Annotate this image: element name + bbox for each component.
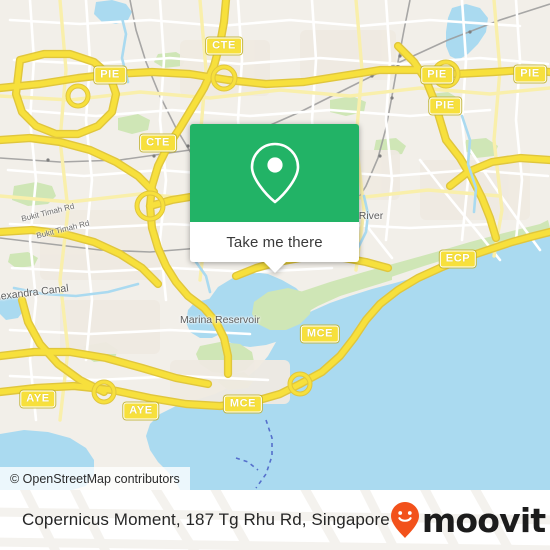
map-label-marina-reservoir: Marina Reservoir (180, 314, 260, 326)
moovit-logo[interactable]: moovit (390, 501, 546, 539)
road-shield-pie-2: PIE (421, 66, 453, 84)
footer-bar: Copernicus Moment, 187 Tg Rhu Rd, Singap… (0, 490, 550, 550)
road-shield-mce-2: MCE (223, 395, 263, 413)
location-popup-card[interactable]: Take me there (190, 124, 359, 273)
road-shield-aye-1: AYE (20, 390, 56, 408)
road-shield-pie-1: PIE (94, 66, 126, 84)
road-shield-aye-2: AYE (123, 402, 159, 420)
road-shield-pie-3: PIE (514, 65, 546, 83)
location-title: Copernicus Moment, 187 Tg Rhu Rd, Singap… (22, 510, 390, 529)
map-attribution-bar: © OpenStreetMap contributors (0, 467, 190, 490)
road-shield-pie-4: PIE (429, 97, 461, 115)
popup-header (190, 124, 359, 222)
road-shield-cte-1: CTE (206, 37, 242, 55)
moovit-map-screenshot: CTE PIE PIE PIE PIE CTE ECP MCE AYE AYE … (0, 0, 550, 550)
map-pin-outline-icon (250, 142, 299, 204)
road-shield-ecp: ECP (439, 250, 477, 268)
attribution-text[interactable]: © OpenStreetMap contributors (10, 472, 180, 486)
moovit-smiley-pin-icon (390, 502, 419, 538)
moovit-wordmark: moovit (421, 500, 546, 540)
map-label-river: River (358, 210, 384, 222)
road-shield-mce-1: MCE (300, 325, 340, 343)
popup-pointer-tail (263, 262, 286, 273)
popup-action-bar[interactable]: Take me there (190, 222, 359, 262)
road-shield-cte-2: CTE (140, 134, 176, 152)
take-me-there-label: Take me there (226, 233, 323, 251)
map-canvas[interactable]: CTE PIE PIE PIE PIE CTE ECP MCE AYE AYE … (0, 0, 550, 490)
